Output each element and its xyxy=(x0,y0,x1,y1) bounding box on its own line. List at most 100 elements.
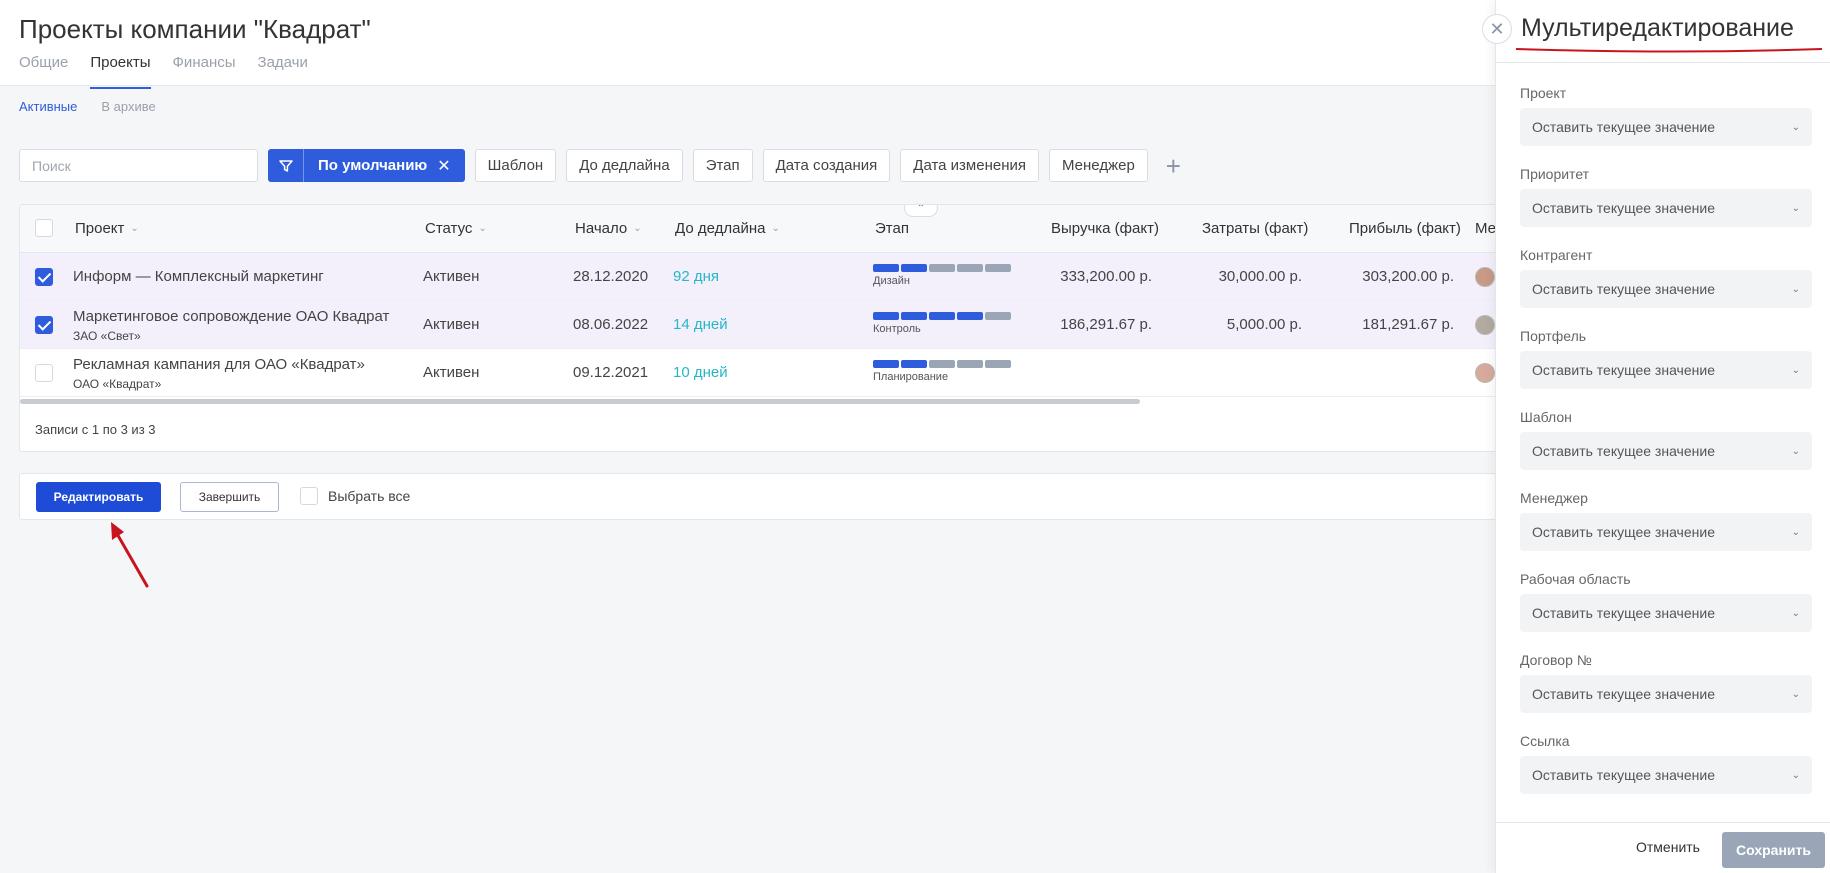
col-start-label: Начало xyxy=(575,220,628,237)
panel-title: Мультиредактирование xyxy=(1521,14,1794,42)
annotation-underline xyxy=(1515,48,1823,53)
stage-progress xyxy=(873,264,1011,272)
row-checkbox[interactable] xyxy=(35,316,53,334)
field-select[interactable]: Оставить текущее значение ⌄ xyxy=(1520,675,1812,713)
col-manager[interactable]: Ме xyxy=(1475,220,1496,237)
action-bar: Редактировать Завершить Выбрать все xyxy=(19,473,1509,520)
field-select[interactable]: Оставить текущее значение ⌄ xyxy=(1520,351,1812,389)
funnel-icon xyxy=(268,149,304,182)
col-project[interactable]: Проект ⌄ xyxy=(75,220,139,237)
field-label: Менеджер xyxy=(1520,490,1588,506)
stage-segment xyxy=(957,312,983,320)
stage-segment xyxy=(929,360,955,368)
close-icon[interactable]: ✕ xyxy=(433,156,464,176)
tab-tasks[interactable]: Задачи xyxy=(258,54,308,89)
field-select[interactable]: Оставить текущее значение ⌄ xyxy=(1520,432,1812,470)
stage-segment xyxy=(901,264,927,272)
stage-segment xyxy=(957,264,983,272)
row-checkbox[interactable] xyxy=(35,268,53,286)
col-manager-label: Ме xyxy=(1475,220,1497,237)
chevron-down-icon: ⌄ xyxy=(478,223,487,234)
chevron-down-icon: ⌄ xyxy=(130,223,139,234)
select-all-label: Выбрать все xyxy=(328,488,411,504)
main-tabs: Общие Проекты Финансы Задачи xyxy=(19,54,308,89)
table-row[interactable]: Маркетинговое сопровождение ОАО Квадрат … xyxy=(20,301,1508,349)
active-filter[interactable]: По умолчанию ✕ xyxy=(268,149,465,182)
col-status-label: Статус xyxy=(425,220,473,237)
filter-chip-created[interactable]: Дата создания xyxy=(762,149,891,182)
col-start[interactable]: Начало ⌄ xyxy=(575,220,642,237)
start-date: 08.06.2022 xyxy=(573,316,649,333)
tab-finance[interactable]: Финансы xyxy=(173,54,236,89)
col-costs-label: Затраты (факт) xyxy=(1202,220,1309,237)
avatar[interactable] xyxy=(1475,267,1495,287)
panel-footer: Отменить Сохранить xyxy=(1496,822,1830,873)
project-name[interactable]: Информ — Комплексный маркетинг xyxy=(73,268,324,285)
field-select[interactable]: Оставить текущее значение ⌄ xyxy=(1520,594,1812,632)
col-revenue[interactable]: Выручка (факт) xyxy=(1051,220,1159,237)
cancel-button[interactable]: Отменить xyxy=(1636,839,1700,855)
field-label: Ссылка xyxy=(1520,733,1570,749)
chevron-down-icon: ⌄ xyxy=(1791,202,1800,214)
edit-button[interactable]: Редактировать xyxy=(36,482,161,512)
finish-button[interactable]: Завершить xyxy=(180,482,279,512)
col-stage-label: Этап xyxy=(875,220,909,237)
subtab-archive[interactable]: В архиве xyxy=(101,99,155,114)
select-all[interactable]: Выбрать все xyxy=(300,487,410,505)
filter-chip-modified[interactable]: Дата изменения xyxy=(900,149,1040,182)
save-button[interactable]: Сохранить xyxy=(1722,832,1825,868)
col-stage[interactable]: Этап xyxy=(875,220,909,237)
field-select[interactable]: Оставить текущее значение ⌄ xyxy=(1520,756,1812,794)
close-icon[interactable]: ✕ xyxy=(1482,14,1512,44)
stage-progress xyxy=(873,312,1011,320)
chevron-up-icon[interactable]: ⌃ xyxy=(904,205,938,217)
field-project: Проект Оставить текущее значение ⌄ xyxy=(1520,85,1812,146)
start-date: 28.12.2020 xyxy=(573,268,649,285)
field-counterparty: Контрагент Оставить текущее значение ⌄ xyxy=(1520,247,1812,308)
col-deadline[interactable]: До дедлайна ⌄ xyxy=(675,220,780,237)
filter-chip-deadline[interactable]: До дедлайна xyxy=(566,149,683,182)
col-profit[interactable]: Прибыль (факт) xyxy=(1349,220,1461,237)
page-title: Проекты компании "Квадрат" xyxy=(19,14,371,44)
table-row[interactable]: Информ — Комплексный маркетинг Активен 2… xyxy=(20,253,1508,301)
revenue-value: 186,291.67 р. xyxy=(1060,316,1152,333)
stage-segment xyxy=(901,360,927,368)
select-all-checkbox[interactable] xyxy=(300,487,318,505)
tab-projects[interactable]: Проекты xyxy=(90,54,151,89)
subtab-active[interactable]: Активные xyxy=(19,99,77,114)
field-label: Проект xyxy=(1520,85,1567,101)
add-filter-icon[interactable]: + xyxy=(1166,153,1181,179)
tab-general[interactable]: Общие xyxy=(19,54,68,89)
avatar[interactable] xyxy=(1475,315,1495,335)
avatar[interactable] xyxy=(1475,363,1495,383)
chevron-down-icon: ⌄ xyxy=(771,223,780,234)
revenue-value: 333,200.00 р. xyxy=(1060,268,1152,285)
filter-chip-template[interactable]: Шаблон xyxy=(474,149,557,182)
status-text: Активен xyxy=(423,268,480,285)
filter-chip-stage[interactable]: Этап xyxy=(692,149,753,182)
stage-segment xyxy=(957,360,983,368)
table-row[interactable]: Рекламная кампания для ОАО «Квадрат» ОАО… xyxy=(20,349,1508,397)
project-name[interactable]: Маркетинговое сопровождение ОАО Квадрат xyxy=(73,308,389,325)
header-checkbox[interactable] xyxy=(35,219,53,237)
chevron-down-icon: ⌄ xyxy=(633,223,642,234)
chevron-down-icon: ⌄ xyxy=(1791,364,1800,376)
filter-chip-manager[interactable]: Менеджер xyxy=(1049,149,1148,182)
stage-label: Планирование xyxy=(873,371,949,383)
stage-progress xyxy=(873,360,1011,368)
field-select[interactable]: Оставить текущее значение ⌄ xyxy=(1520,513,1812,551)
row-checkbox[interactable] xyxy=(35,364,53,382)
status-text: Активен xyxy=(423,364,480,381)
field-label: Контрагент xyxy=(1520,247,1593,263)
panel-divider xyxy=(1496,62,1830,63)
horizontal-scrollbar[interactable] xyxy=(20,399,1140,404)
costs-value: 30,000.00 р. xyxy=(1218,268,1302,285)
field-select[interactable]: Оставить текущее значение ⌄ xyxy=(1520,108,1812,146)
project-name[interactable]: Рекламная кампания для ОАО «Квадрат» xyxy=(73,356,365,373)
field-select[interactable]: Оставить текущее значение ⌄ xyxy=(1520,270,1812,308)
stage-segment xyxy=(873,264,899,272)
col-costs[interactable]: Затраты (факт) xyxy=(1202,220,1308,237)
field-select[interactable]: Оставить текущее значение ⌄ xyxy=(1520,189,1812,227)
col-status[interactable]: Статус ⌄ xyxy=(425,220,487,237)
search-input[interactable] xyxy=(19,149,258,182)
